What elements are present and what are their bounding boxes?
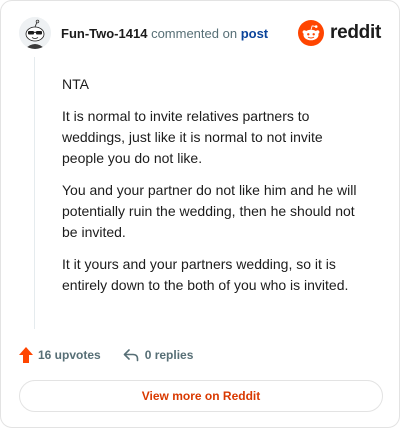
username-link[interactable]: Fun-Two-1414 bbox=[61, 26, 147, 41]
comment-body: NTA It is normal to invite relatives par… bbox=[62, 74, 362, 307]
comment-paragraph: You and your partner do not like him and… bbox=[62, 182, 357, 240]
upvote-arrow-icon bbox=[19, 347, 33, 363]
comment-paragraph: NTA bbox=[62, 76, 89, 92]
comment-header: Fun-Two-1414 commented on post reddit bbox=[19, 17, 381, 51]
reddit-logo-icon bbox=[298, 20, 325, 46]
reply-button[interactable]: 0 replies bbox=[123, 348, 194, 362]
comment-meta: Fun-Two-1414 commented on post bbox=[61, 26, 268, 42]
action-text: commented on bbox=[151, 26, 238, 41]
brand-name: reddit bbox=[330, 22, 381, 43]
comment-paragraph: It it yours and your partners wedding, s… bbox=[62, 256, 349, 293]
upvote-button[interactable]: 16 upvotes bbox=[19, 347, 101, 363]
view-more-on-reddit-button[interactable]: View more on Reddit bbox=[19, 380, 383, 412]
reply-count: 0 replies bbox=[144, 348, 194, 362]
upvote-count: 16 upvotes bbox=[38, 348, 101, 362]
reddit-brand[interactable]: reddit bbox=[298, 20, 381, 46]
comment-paragraph: It is normal to invite relatives partner… bbox=[62, 108, 323, 166]
snoo-avatar-icon bbox=[19, 17, 51, 49]
comment-actions: 16 upvotes 0 replies bbox=[19, 345, 193, 365]
user-avatar[interactable] bbox=[19, 17, 51, 49]
reddit-comment-embed: Fun-Two-1414 commented on post reddit NT… bbox=[0, 0, 400, 428]
thread-line bbox=[34, 57, 35, 329]
reply-arrow-icon bbox=[123, 349, 139, 362]
post-link[interactable]: post bbox=[241, 26, 268, 41]
